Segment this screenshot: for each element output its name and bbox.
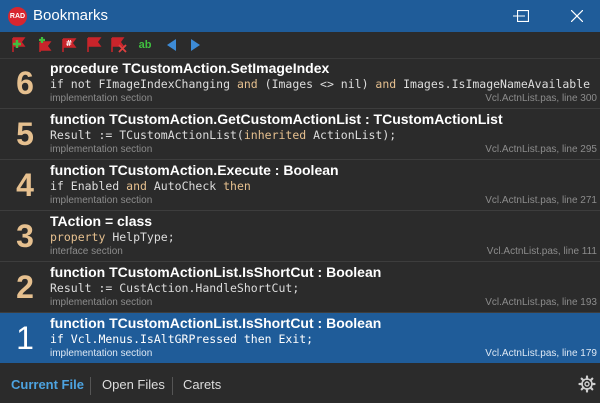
add-bookmark-plus-button[interactable] bbox=[35, 36, 53, 54]
flag-bookmark-icon bbox=[87, 37, 102, 52]
bookmark-code-line: Result := TCustomActionList(inherited Ac… bbox=[50, 128, 590, 142]
code-keyword: property bbox=[50, 230, 106, 244]
code-text: Images.IsImageNameAvailable then bbox=[403, 77, 590, 91]
bookmark-section: implementation section bbox=[50, 297, 153, 308]
bookmark-item[interactable]: 3 TAction = class property HelpType; interf… bbox=[0, 211, 600, 261]
close-button[interactable] bbox=[554, 0, 600, 32]
bookmark-file-location: Vcl.ActnList.pas, line 300 bbox=[485, 93, 597, 104]
code-text: if Enabled bbox=[50, 179, 127, 193]
settings-button[interactable] bbox=[578, 375, 596, 393]
bookmark-number: 4 bbox=[16, 167, 34, 203]
bookmark-code-line: if Vcl.Menus.IsAltGRPressed then Exit; bbox=[50, 332, 590, 346]
bookmark-section: implementation section bbox=[50, 93, 153, 104]
code-text: HelpType; bbox=[105, 230, 175, 244]
bookmark-code-line: property HelpType; bbox=[50, 230, 590, 244]
add-bookmark-plus-icon bbox=[39, 37, 52, 52]
code-text: AutoCheck bbox=[146, 179, 224, 193]
bookmark-number: 1 bbox=[16, 320, 34, 356]
bookmark-header: function TCustomAction.GetCustomActionLi… bbox=[50, 111, 503, 127]
bookmark-header: function TCustomAction.Execute : Boolean bbox=[50, 162, 339, 178]
bookmark-file-location: Vcl.ActnList.pas, line 111 bbox=[486, 246, 597, 257]
delete-bookmark-button[interactable] bbox=[110, 36, 128, 54]
bookmark-number: 2 bbox=[16, 269, 34, 305]
bookmark-item[interactable]: 6 procedure TCustomAction.SetImageIndex if… bbox=[0, 58, 600, 108]
rad-logo: RAD bbox=[8, 7, 27, 26]
code-keyword: then bbox=[223, 179, 251, 193]
numbered-bookmark-icon: # bbox=[62, 38, 77, 52]
maximize-button[interactable] bbox=[500, 0, 546, 32]
bookmark-section: interface section bbox=[50, 246, 123, 257]
close-icon bbox=[571, 10, 583, 22]
bookmark-number: 3 bbox=[16, 218, 34, 254]
add-bookmark-icon bbox=[12, 37, 26, 52]
gear-icon bbox=[578, 375, 596, 393]
code-keyword: and bbox=[126, 179, 147, 193]
bookmark-number: 5 bbox=[16, 116, 34, 152]
title-bar[interactable]: RAD Bookmarks bbox=[0, 0, 600, 32]
bookmark-code-line: if Enabled and AutoCheck then bbox=[50, 179, 590, 193]
bookmark-header: function TCustomActionList.IsShortCut : … bbox=[50, 264, 382, 280]
ab-toggle-button[interactable]: ab bbox=[135, 37, 155, 55]
code-keyword: and bbox=[375, 77, 397, 91]
bookmark-section: implementation section bbox=[50, 144, 153, 155]
bookmarks-window: RAD Bookmarks # ab 6 procedure TCustomAc… bbox=[0, 0, 600, 403]
code-text: if not FImageIndexChanging bbox=[50, 77, 237, 91]
tab-current-file[interactable]: Current File bbox=[11, 377, 84, 392]
delete-bookmark-icon bbox=[111, 37, 127, 53]
bookmark-header: procedure TCustomAction.SetImageIndex bbox=[50, 60, 330, 76]
add-bookmark-button[interactable] bbox=[10, 36, 28, 54]
tab-separator bbox=[172, 377, 173, 395]
bookmark-list: 6 procedure TCustomAction.SetImageIndex if… bbox=[0, 58, 600, 365]
bookmark-item[interactable]: 1 function TCustomActionList.IsShortCut :… bbox=[0, 313, 600, 363]
numbered-bookmark-button[interactable]: # bbox=[60, 36, 78, 54]
tab-separator bbox=[90, 377, 91, 395]
bookmark-section: implementation section bbox=[50, 195, 153, 206]
next-bookmark-button[interactable] bbox=[186, 36, 204, 54]
bookmark-item[interactable]: 5 function TCustomAction.GetCustomActionL… bbox=[0, 109, 600, 159]
bookmark-code-line: Result := CustAction.HandleShortCut; bbox=[50, 281, 590, 295]
bookmark-item[interactable]: 4 function TCustomAction.Execute : Boolea… bbox=[0, 160, 600, 210]
tab-carets[interactable]: Carets bbox=[183, 377, 221, 392]
bookmark-file-location: Vcl.ActnList.pas, line 193 bbox=[485, 297, 597, 308]
bookmark-code-line: if not FImageIndexChanging and (Images <… bbox=[50, 77, 590, 91]
bookmark-file-location: Vcl.ActnList.pas, line 179 bbox=[485, 348, 597, 359]
bookmark-section: implementation section bbox=[50, 348, 153, 359]
bookmark-file-location: Vcl.ActnList.pas, line 295 bbox=[485, 144, 597, 155]
svg-text:#: # bbox=[66, 39, 73, 48]
code-keyword: and bbox=[236, 77, 258, 91]
tab-open-files[interactable]: Open Files bbox=[102, 377, 165, 392]
code-text: Result := TCustomActionList( bbox=[50, 128, 244, 142]
code-text: Result := CustAction.HandleShortCut; bbox=[50, 281, 300, 295]
bottom-tabs: Current File Open Files Carets bbox=[0, 369, 600, 403]
toolbar: # ab bbox=[0, 32, 600, 59]
flag-bookmark-button[interactable] bbox=[85, 36, 103, 54]
code-text: ActionList); bbox=[306, 128, 397, 142]
code-text: if Vcl.Menus.IsAltGRPressed then Exit; bbox=[50, 332, 314, 346]
bookmark-item[interactable]: 2 function TCustomActionList.IsShortCut :… bbox=[0, 262, 600, 312]
window-title: Bookmarks bbox=[33, 7, 109, 24]
code-text: (Images <> nil) bbox=[257, 77, 376, 91]
next-arrow-icon bbox=[191, 39, 200, 51]
code-keyword: inherited bbox=[243, 128, 307, 142]
bookmark-file-location: Vcl.ActnList.pas, line 271 bbox=[485, 195, 597, 206]
bookmark-number: 6 bbox=[16, 65, 34, 101]
previous-bookmark-button[interactable] bbox=[163, 36, 181, 54]
bookmark-header: function TCustomActionList.IsShortCut : … bbox=[50, 315, 382, 331]
prev-arrow-icon bbox=[167, 39, 176, 51]
maximize-icon bbox=[517, 10, 529, 22]
bookmark-header: TAction = class bbox=[50, 213, 153, 229]
